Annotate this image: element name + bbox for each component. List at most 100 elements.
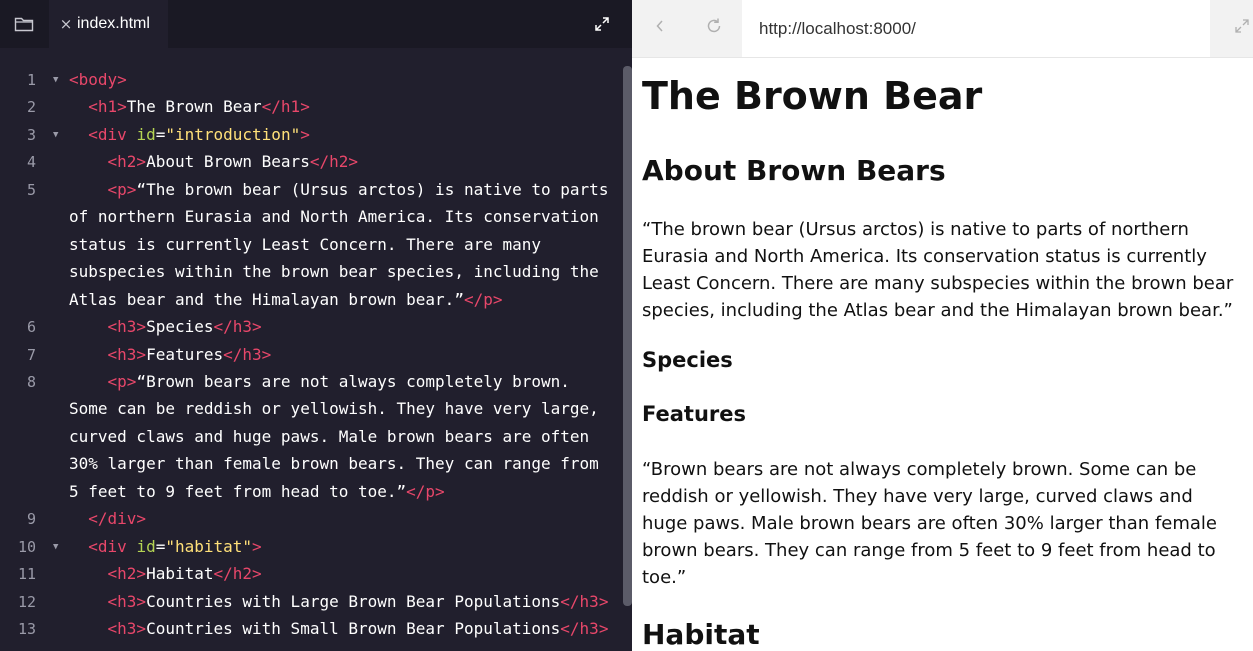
intro-paragraph: “The brown bear (Ursus arctos) is native… [642,219,1234,321]
refresh-button[interactable] [698,10,730,42]
code-token-tag: </div> [88,509,147,529]
fold-arrow-icon[interactable]: ▼ [53,66,58,94]
code-text: <h3>Countries with Large Brown Bear Popu… [69,588,609,616]
code-text: <h3>Features</h3> [69,341,272,369]
code-line[interactable]: 6 <h3>Species</h3> [0,313,622,341]
file-tab-index-html[interactable]: × index.html [49,0,168,48]
code-token-tag: </h2> [213,564,262,584]
code-line[interactable]: 4 <h2>About Brown Bears</h2> [0,148,622,176]
code-text: Atlas bear and the Himalayan brown bear.… [69,286,502,314]
code-token-txt: Habitat [146,564,214,584]
code-line[interactable]: 10 ▼ <div id="habitat"> [0,533,622,561]
code-line[interactable]: 1 ▼ <body> [0,66,622,94]
line-number: 3 [26,125,36,144]
code-line-wrap[interactable]: Atlas bear and the Himalayan brown bear.… [0,286,622,314]
code-token-txt: subspecies within the brown bear species… [69,262,599,282]
code-token-txt: “Brown bears are not always completely b… [136,371,570,391]
code-token-txt: Countries with Small Brown Bear Populati… [146,619,561,638]
heading-habitat: Habitat [642,618,760,651]
editor-header: × index.html [0,0,632,48]
code-text: <body> [69,66,127,94]
code-token-tag: <body> [69,70,127,89]
folder-button[interactable] [0,0,48,48]
code-token-txt: Features [146,344,224,364]
line-number: 5 [26,180,36,199]
code-text: <p>“The brown bear (Ursus arctos) is nat… [69,176,609,204]
editor-header-fill [168,0,573,48]
code-line[interactable]: 9 </div> [0,505,622,533]
code-token-tag: </h3> [223,344,272,364]
code-token-txt: 30% larger than female brown bears. They… [69,454,599,474]
code-line[interactable]: 2 <h1>The Brown Bear</h1> [0,93,622,121]
code-line-wrap[interactable]: subspecies within the brown bear species… [0,258,622,286]
code-token-attr: id [136,536,156,556]
code-token-txt: status is currently Least Concern. There… [69,234,542,254]
code-token-tag: <h2> [107,564,147,584]
code-token-tag: <p> [107,179,137,199]
code-token-tag: </h3> [560,619,609,638]
line-number: 6 [26,318,36,337]
code-line-wrap[interactable]: 30% larger than female brown bears. They… [0,450,622,478]
code-editor-pane: × index.html 1 ▼ <body> 2 <h1>The Brown Bea… [0,0,632,651]
code-line[interactable]: 13 <h3>Countries with Small Brown Bear P… [0,615,622,643]
code-token-txt: curved claws and huge paws. Male brown b… [69,426,590,446]
chevron-left-icon [656,20,663,32]
code-line[interactable]: 8 <p>“Brown bears are not always complet… [0,368,622,396]
code-token-txt: 5 feet to 9 feet from head to toe.” [69,481,407,501]
back-button[interactable] [644,10,676,42]
code-token-tag: </h3> [213,317,262,337]
code-token-txt: Atlas bear and the Himalayan brown bear.… [69,289,464,309]
editor-expand-button[interactable] [588,10,616,38]
code-line[interactable]: 12 <h3>Countries with Large Brown Bear P… [0,588,622,616]
close-icon[interactable]: × [57,15,75,33]
code-line[interactable]: 7 <h3>Features</h3> [0,341,622,369]
code-line-wrap[interactable]: curved claws and huge paws. Male brown b… [0,423,622,451]
code-text: <h2>About Brown Bears</h2> [69,148,358,176]
line-number: 9 [26,510,36,529]
code-token-txt: “The brown bear (Ursus arctos) is native… [136,179,609,199]
code-line-wrap[interactable]: status is currently Least Concern. There… [0,231,622,259]
code-line[interactable]: 11 <h2>Habitat</h2> [0,560,622,588]
code-line[interactable]: 3 ▼ <div id="introduction"> [0,121,622,149]
code-token-txt: Species [146,317,214,337]
code-line[interactable]: 5 <p>“The brown bear (Ursus arctos) is n… [0,176,622,204]
code-line-wrap[interactable]: 5 feet to 9 feet from head to toe.”</p> [0,478,622,506]
fold-arrow-icon[interactable]: ▼ [53,533,58,561]
code-token-tag: > [300,124,310,144]
code-token-txt: Some can be reddish or yellowish. They h… [69,399,599,419]
line-number: 4 [26,153,36,172]
fold-arrow-icon[interactable]: ▼ [53,121,58,149]
line-number: 11 [17,565,36,584]
code-token-txt: About Brown Bears [146,152,310,172]
code-text: <h3>Species</h3> [69,313,262,341]
code-token-tag: </h1> [261,97,310,117]
code-token-tag: <h3> [107,619,147,638]
code-token-str: "introduction" [165,124,301,144]
browser-divider [632,57,1253,58]
code-text: of northern Eurasia and North America. I… [69,203,599,231]
code-area[interactable]: 1 ▼ <body> 2 <h1>The Brown Bear</h1> 3 ▼ <div… [0,66,622,651]
file-tab-label: index.html [77,15,150,32]
heading-features: Features [642,402,746,426]
browser-expand-button[interactable] [1228,12,1253,40]
url-bar[interactable]: http://localhost:8000/ [742,0,1210,57]
code-text: Some can be reddish or yellowish. They h… [69,395,599,423]
editor-scrollbar[interactable] [623,66,632,606]
expand-icon [595,17,609,31]
browser-preview-pane: http://localhost:8000/ The Brown Bear Ab… [632,0,1253,651]
code-line-wrap[interactable]: Some can be reddish or yellowish. They h… [0,395,622,423]
code-token-tag: <h3> [107,317,147,337]
page-heading-brown-bear: The Brown Bear [642,74,983,118]
code-line-wrap[interactable]: of northern Eurasia and North America. I… [0,203,622,231]
code-token-tag: </h2> [309,152,358,172]
code-token-tag: </p> [463,289,503,309]
